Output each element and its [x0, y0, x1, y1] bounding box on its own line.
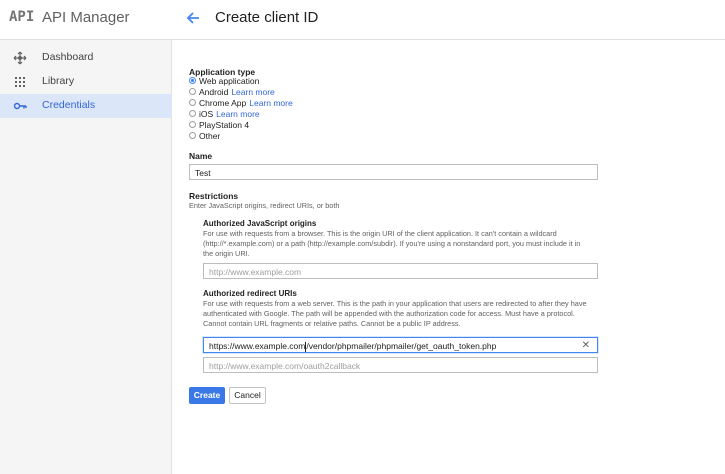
top-bar: API API Manager Create client ID [0, 0, 725, 40]
dashboard-icon [13, 51, 27, 65]
radio-label: iOS [199, 109, 214, 119]
main-content: Application type Web application Android… [173, 40, 725, 474]
page-title: Create client ID [215, 9, 319, 26]
js-origin-input[interactable]: http://www.example.com [203, 263, 598, 279]
close-icon[interactable]: ✕ [582, 340, 590, 351]
radio-chrome-app[interactable]: Chrome App Learn more [189, 98, 293, 109]
app-title: API Manager [42, 9, 130, 26]
sidebar-item-library[interactable]: Library [0, 70, 172, 94]
radio-label: Web application [199, 76, 260, 86]
js-origins-desc-line2: (http://*.example.com) or a path (http:/… [203, 239, 581, 248]
redirect-uris-desc-line3: Cannot contain URL fragments or relative… [203, 319, 461, 328]
api-logo: API [9, 9, 35, 25]
js-origins-desc-line1: For use with requests from a browser. Th… [203, 229, 557, 238]
js-origins-desc-line3: the origin URI. [203, 249, 250, 258]
radio-button[interactable] [189, 99, 196, 107]
sidebar-item-dashboard[interactable]: Dashboard [0, 46, 172, 70]
radio-playstation-4[interactable]: PlayStation 4 [189, 120, 249, 131]
learn-more-link[interactable]: Learn more [231, 87, 274, 97]
radio-label: Android [199, 87, 229, 97]
radio-button[interactable] [189, 110, 196, 118]
redirect-uri-input[interactable]: https://www.example.com/vendor/phpmailer… [203, 337, 598, 353]
sidebar: Dashboard Library Credentials [0, 40, 172, 474]
radio-label: Other [199, 131, 221, 141]
sidebar-item-label: Library [42, 75, 75, 87]
learn-more-link[interactable]: Learn more [216, 109, 259, 119]
library-icon [15, 77, 25, 87]
redirect-uri-value-start: https://www.example.com [209, 341, 306, 351]
radio-button[interactable] [189, 88, 196, 96]
redirect-uris-desc-line1: For use with requests from a web server.… [203, 299, 587, 308]
redirect-uris-desc-line2: authenticated with Google. The path will… [203, 309, 575, 318]
key-icon [13, 102, 27, 110]
create-button[interactable]: Create [189, 387, 225, 404]
redirect-uris-title: Authorized redirect URIs [203, 289, 297, 298]
radio-web-application[interactable]: Web application [189, 76, 259, 87]
radio-label: PlayStation 4 [199, 120, 250, 130]
sidebar-item-credentials[interactable]: Credentials [0, 94, 172, 118]
name-input[interactable]: Test [189, 164, 598, 180]
radio-button[interactable] [189, 77, 196, 85]
radio-button[interactable] [189, 121, 196, 129]
radio-ios[interactable]: iOS Learn more [189, 109, 260, 120]
radio-label: Chrome App [199, 98, 247, 108]
arrow-left-icon[interactable] [184, 9, 202, 27]
radio-button[interactable] [189, 132, 196, 140]
restrictions-label: Restrictions [189, 191, 239, 201]
cancel-button[interactable]: Cancel [229, 387, 266, 404]
name-label: Name [189, 151, 213, 161]
sidebar-item-label: Credentials [42, 99, 96, 111]
redirect-uri-input-empty[interactable]: http://www.example.com/oauth2callback [203, 357, 598, 373]
sidebar-item-label: Dashboard [42, 51, 94, 63]
js-origins-title: Authorized JavaScript origins [203, 219, 317, 228]
radio-other[interactable]: Other [189, 131, 220, 142]
redirect-uri-value-end: /vendor/phpmailer/phpmailer/get_oauth_to… [306, 341, 497, 351]
radio-android[interactable]: Android Learn more [189, 87, 275, 98]
learn-more-link[interactable]: Learn more [249, 98, 292, 108]
restrictions-description: Enter JavaScript origins, redirect URIs,… [189, 201, 340, 210]
